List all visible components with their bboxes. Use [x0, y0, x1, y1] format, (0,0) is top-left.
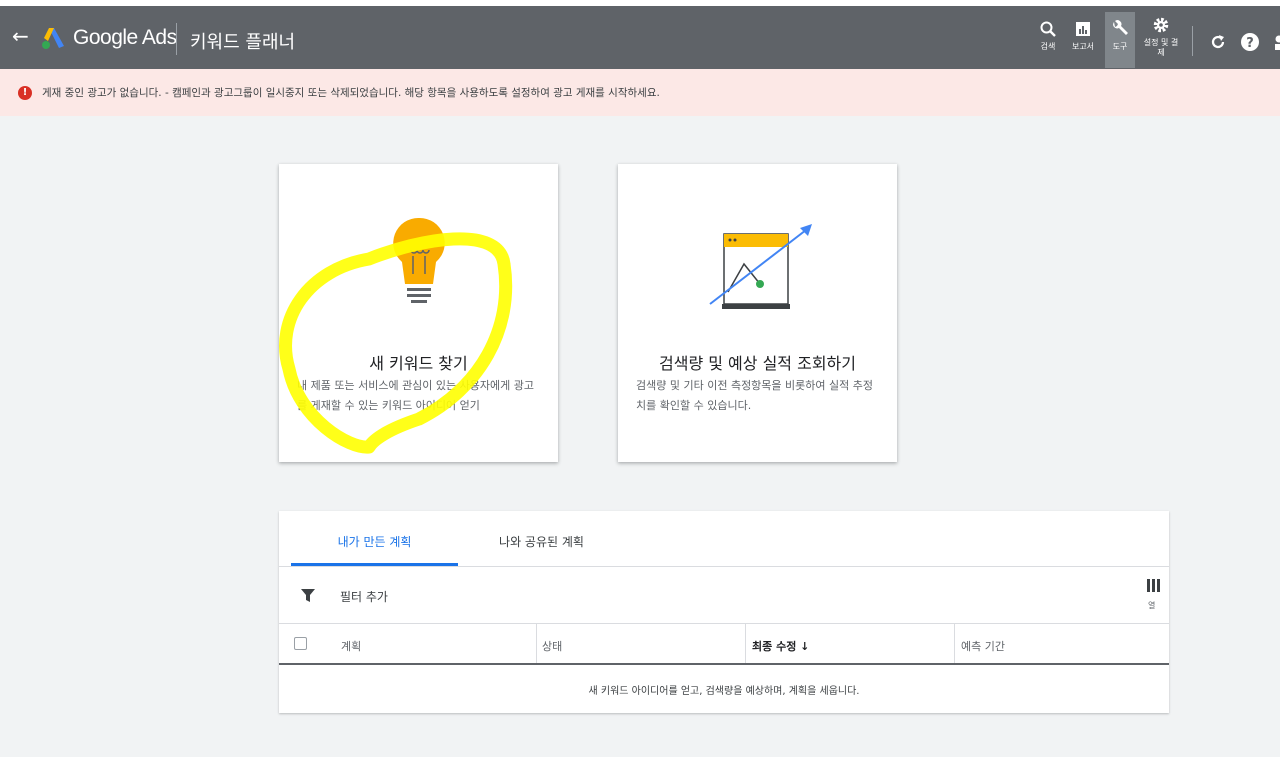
yellow-highlight-annotation [279, 232, 513, 454]
search-label: 검색 [1040, 42, 1056, 51]
tools-button[interactable]: 도구 [1105, 12, 1135, 68]
page-title: 키워드 플래너 [190, 32, 296, 53]
gear-icon [1153, 17, 1169, 33]
tabs-divider [279, 566, 1169, 567]
forecasts-description: 검색량 및 기타 이전 측정항목을 비롯하여 실적 추정치를 확인할 수 있습니… [636, 379, 873, 412]
empty-state-message: 새 키워드 아이디어를 얻고, 검색량을 예상하며, 계획을 세웁니다. [588, 686, 860, 697]
reports-label: 보고서 [1071, 42, 1095, 51]
google-ads-logo [42, 28, 64, 49]
find-keywords-card[interactable]: 새 키워드 찾기 내 제품 또는 서비스에 관심이 있는 사용자에게 광고를 게… [279, 164, 558, 462]
help-icon[interactable]: ? [1240, 32, 1260, 52]
filter-divider [279, 623, 1169, 624]
top-app-bar: ← Google Ads 키워드 플래너 검색 보고서 도구 설정 및 결제 ? [0, 6, 1280, 69]
column-header-plan[interactable]: 계획 [341, 638, 361, 654]
column-divider [745, 623, 746, 663]
toolbar-divider [1192, 26, 1193, 56]
forecasts-title: 검색량 및 예상 실적 조회하기 [659, 354, 856, 373]
error-icon: ! [18, 86, 32, 100]
alert-message: 게재 중인 광고가 없습니다. - 캠페인과 광고그룹이 일시중지 또는 삭제되… [42, 87, 660, 99]
back-arrow-icon[interactable]: ← [12, 26, 32, 46]
column-header-status[interactable]: 상태 [542, 638, 562, 654]
add-filter-button[interactable]: 필터 추가 [340, 588, 388, 605]
search-button[interactable]: 검색 [1033, 12, 1063, 68]
columns-label: 열 [1148, 601, 1156, 610]
column-divider [536, 623, 537, 663]
account-icon[interactable] [1270, 32, 1280, 52]
svg-text:?: ? [1246, 36, 1254, 51]
reports-icon [1076, 22, 1090, 36]
column-divider [954, 623, 955, 663]
forecasts-card[interactable]: 검색량 및 예상 실적 조회하기 검색량 및 기타 이전 측정항목을 비롯하여 … [618, 164, 897, 462]
settings-billing-button[interactable]: 설정 및 결제 [1142, 12, 1180, 68]
header-divider [176, 23, 177, 55]
wrench-icon [1113, 20, 1128, 35]
column-header-forecast-period[interactable]: 예측 기간 [961, 638, 1005, 654]
refresh-icon[interactable] [1208, 32, 1228, 52]
tools-label: 도구 [1112, 42, 1128, 51]
search-icon [1040, 21, 1056, 37]
select-all-checkbox[interactable] [294, 637, 307, 650]
alert-banner: ! 게재 중인 광고가 없습니다. - 캠페인과 광고그룹이 일시중지 또는 삭… [0, 69, 1280, 116]
header-divider [279, 663, 1169, 665]
tab-my-plans[interactable]: 내가 만든 계획 [291, 511, 458, 566]
tab-shared-plans[interactable]: 나와 공유된 계획 [458, 511, 625, 566]
brand-name: Google Ads [73, 26, 177, 49]
filter-icon[interactable] [301, 589, 315, 603]
forecast-chart-icon [709, 224, 812, 309]
columns-icon[interactable] [1147, 579, 1160, 592]
plans-panel: 내가 만든 계획 나와 공유된 계획 필터 추가 열 계획 상태 최종 수정 ↓… [279, 511, 1169, 713]
reports-button[interactable]: 보고서 [1068, 12, 1098, 68]
column-header-last-modified[interactable]: 최종 수정 ↓ [752, 638, 809, 654]
settings-billing-label: 설정 및 결제 [1143, 38, 1179, 57]
